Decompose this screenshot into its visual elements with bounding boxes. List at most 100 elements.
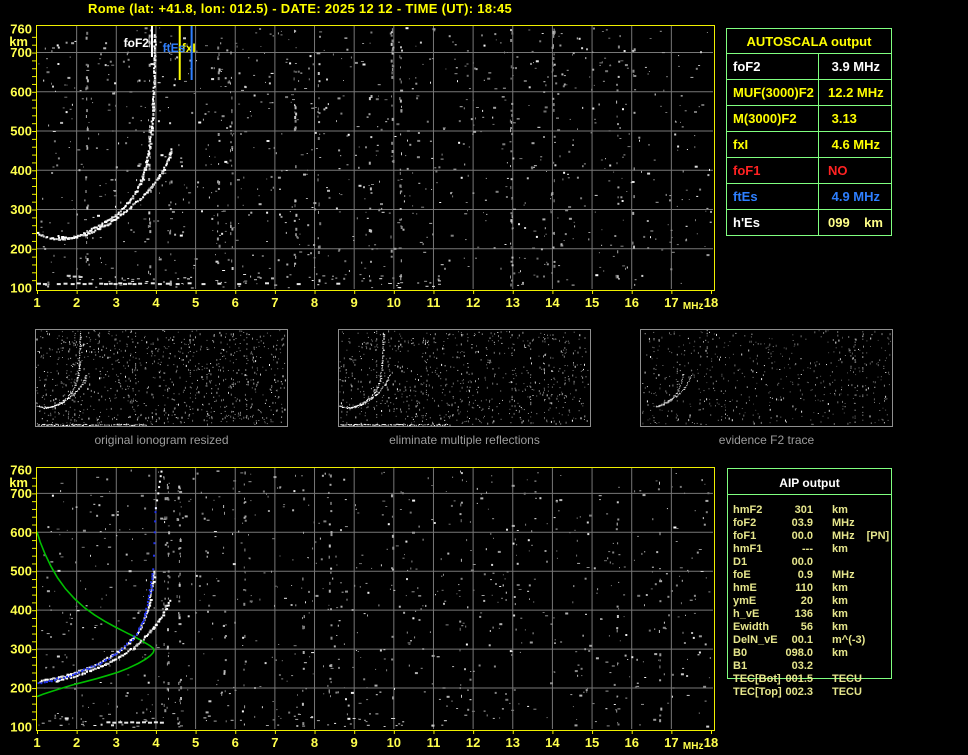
autoscala-row-label: M(3000)F2 <box>727 106 819 131</box>
svg-text:6: 6 <box>232 295 239 310</box>
thumbnail-trace <box>655 374 693 408</box>
svg-text:600: 600 <box>10 84 32 99</box>
thumbnail-noise <box>36 330 286 426</box>
svg-text:14: 14 <box>545 295 560 310</box>
svg-text:1: 1 <box>33 295 40 310</box>
aip-row-d1: D1 00.0 <box>733 556 813 569</box>
aip-value: 136 <box>794 608 813 620</box>
thumbnail-evidence-f2-trace-canvas <box>642 330 891 425</box>
series-Es-trace <box>64 717 164 724</box>
aip-unit: km <box>832 608 848 620</box>
plot-grid <box>37 468 713 729</box>
autoscala-row-label: foF1 <box>727 158 819 183</box>
autoscala-row-label: foF2 <box>727 54 819 79</box>
thumbnail-original-ionogram-canvas <box>36 330 286 426</box>
aip-table-header: AIP output <box>779 476 840 490</box>
plot-grid <box>37 26 713 289</box>
aip-value: 001.5 <box>785 673 813 685</box>
svg-text:10: 10 <box>387 295 401 310</box>
aip-name: hmF2 <box>733 504 763 516</box>
noise-dots <box>38 27 712 289</box>
svg-text:km: km <box>9 34 28 49</box>
aip-row-b0: B0 098.0 km <box>733 647 848 660</box>
svg-text:18: 18 <box>704 295 718 310</box>
aip-name: TEC[Top] <box>733 686 782 698</box>
aip-row-delnve: DelN_vE 00.1 m^(-3) <box>733 634 865 647</box>
marker-label-foF2: foF2 <box>124 36 150 50</box>
aip-row-yme: ymE 20 km <box>733 595 848 608</box>
autoscala-row-label: MUF(3000)F2 <box>727 80 819 105</box>
svg-text:17: 17 <box>664 295 678 310</box>
plot-border <box>36 467 715 731</box>
svg-text:8: 8 <box>311 295 318 310</box>
aip-row-fof1: foF1 00.0 MHz [PN] <box>733 530 889 543</box>
autoscala-row-ftes: ftEs 4.9 MHz <box>727 184 891 210</box>
series-Es-trace <box>37 282 341 286</box>
svg-text:MHz: MHz <box>683 301 704 312</box>
marker-label-ftEs: ftEs <box>163 41 186 55</box>
thumbnail-evidence-f2-trace <box>640 329 893 427</box>
aip-row-fof2: foF2 03.9 MHz <box>733 517 855 530</box>
autoscala-row-fof2: foF2 3.9 MHz <box>727 54 891 80</box>
aip-name: hmE <box>733 582 757 594</box>
svg-text:100: 100 <box>10 281 32 296</box>
thumbnail-caption-original: original ionogram resized <box>94 433 229 447</box>
autoscala-row-fof1: foF1 NO <box>727 158 891 184</box>
autoscala-row-value: 099 km <box>828 215 883 230</box>
thumbnail-noise <box>339 330 589 426</box>
autoscala-row-label: fxI <box>727 132 819 157</box>
aip-name: Ewidth <box>733 621 770 633</box>
aip-unit: km <box>832 504 848 516</box>
aip-value: --- <box>802 543 813 555</box>
svg-text:400: 400 <box>10 163 32 178</box>
aip-unit: km <box>832 543 848 555</box>
series-O-trace <box>39 570 157 683</box>
aip-value: 098.0 <box>785 647 813 659</box>
aip-value: 20 <box>800 595 813 607</box>
aip-value: 0.9 <box>797 569 813 581</box>
svg-text:3: 3 <box>113 295 120 310</box>
autoscala-output-table: AUTOSCALA output foF2 3.9 MHz MUF(3000)F2… <box>726 28 892 236</box>
aip-name: foF2 <box>733 517 757 529</box>
svg-text:5: 5 <box>192 295 199 310</box>
svg-text:9: 9 <box>351 295 358 310</box>
aip-value: 03.9 <box>791 517 813 529</box>
aip-value: 301 <box>794 504 813 516</box>
plot-border <box>36 25 715 291</box>
aip-name: B1 <box>733 660 748 672</box>
svg-text:4: 4 <box>152 295 160 310</box>
aip-name: DelN_vE <box>733 634 778 646</box>
aip-unit: MHz <box>832 517 855 529</box>
autoscala-row-value: 3.13 <box>828 111 857 126</box>
series-X-trace <box>55 599 172 683</box>
aip-name: h_vE <box>733 608 760 620</box>
aip-value: 03.2 <box>791 660 813 672</box>
aip-row-b1: B1 03.2 <box>733 660 813 673</box>
aip-row-ewidth: Ewidth 56 km <box>733 621 848 634</box>
autoscala-row-label: h'Es <box>727 210 819 235</box>
svg-text:2: 2 <box>73 295 80 310</box>
aip-unit: m^(-3) <box>832 634 866 646</box>
aip-name: ymE <box>733 595 757 607</box>
aip-unit: MHz <box>832 569 855 581</box>
noise-dots <box>38 469 711 728</box>
svg-text:300: 300 <box>10 202 32 217</box>
autoscala-row-value: 4.6 MHz <box>828 137 881 152</box>
aip-value: 00.1 <box>791 634 813 646</box>
axis-labels: 760700600500400300200100km1 2 3 4 5 6 7 8 9 10 11 1… <box>9 463 718 753</box>
svg-text:7: 7 <box>271 295 278 310</box>
series-profile <box>36 531 155 698</box>
aip-value: 56 <box>800 621 813 633</box>
aip-unit: TECU <box>832 673 862 685</box>
autoscala-table-header: AUTOSCALA output <box>727 29 891 54</box>
autoscala-row-value: 3.9 MHz <box>828 59 881 74</box>
series-Es-stub <box>66 274 83 278</box>
thumbnail-eliminate-reflections-canvas <box>339 330 589 426</box>
aip-unit: km <box>832 621 848 633</box>
aip-row-hmf2: hmF2 301 km <box>733 504 848 517</box>
svg-text:16: 16 <box>624 295 638 310</box>
series-X-trace <box>57 148 173 240</box>
thumbnail-noise <box>642 330 891 425</box>
aip-row-tectop: TEC[Top] 002.3 TECU <box>733 686 862 699</box>
ionogram-plot-top: 760700600500400300200100km1 2 3 4 5 6 7 8 9 10 11 1… <box>9 22 718 313</box>
